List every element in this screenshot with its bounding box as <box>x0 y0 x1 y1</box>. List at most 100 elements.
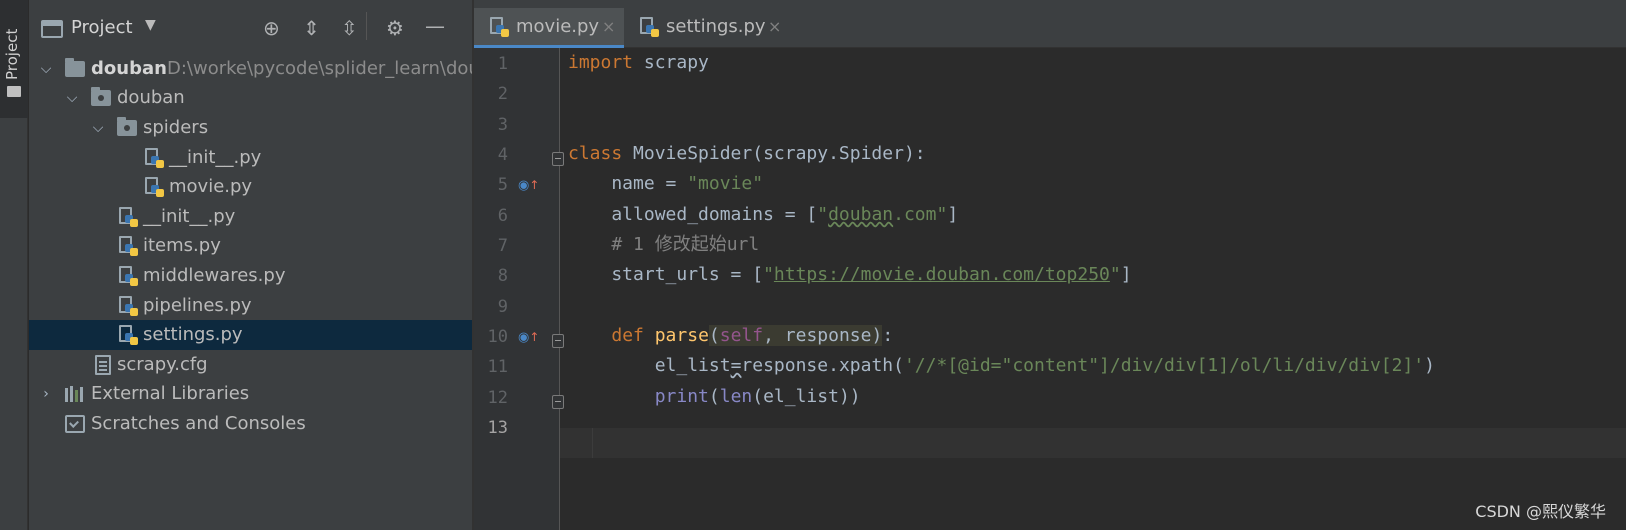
tree-item-label: douban <box>91 58 167 79</box>
project-view-dropdown[interactable]: Project <box>71 17 133 38</box>
line-number-current: 13 <box>487 418 508 438</box>
config-file-icon <box>95 355 111 375</box>
tree-item-label: __init__.py <box>143 206 236 227</box>
tree-item-label: douban <box>117 87 185 108</box>
fold-def-icon[interactable] <box>552 334 564 348</box>
gutter-separator <box>559 48 560 530</box>
tree-item-middlewares-py[interactable]: middlewares.py <box>29 261 472 291</box>
tree-item-spiders[interactable]: ⌵ spiders <box>29 113 472 143</box>
tree-item-scratches[interactable]: Scratches and Consoles <box>29 409 472 439</box>
folder-icon <box>65 58 85 77</box>
paren-open: ( <box>708 325 720 346</box>
tree-item-movie-py[interactable]: movie.py <box>29 172 472 202</box>
chevron-right-icon[interactable]: › <box>39 379 53 409</box>
fold-end-icon[interactable] <box>552 395 564 409</box>
project-panel-header: Project ▼ ⊕ ⇕ ⇳ ⚙ — <box>29 0 472 54</box>
code-line-7: # 1 修改起始url <box>568 230 759 260</box>
code-text: el_list <box>568 355 731 376</box>
package-folder-icon <box>91 87 111 106</box>
collapse-all-icon[interactable]: ⇳ <box>341 16 358 40</box>
string-literal: "movie" <box>687 173 764 194</box>
editor-top-bar <box>474 0 1626 8</box>
tree-item-label: __init__.py <box>169 147 262 168</box>
line-number: 11 <box>487 357 508 377</box>
python-file-icon <box>119 325 139 346</box>
tab-label: movie.py <box>516 16 600 37</box>
override-marker-icon[interactable]: ◉↑ <box>518 330 539 345</box>
tree-item-spiders-init[interactable]: __init__.py <box>29 143 472 173</box>
tree-item-label: scrapy.cfg <box>117 354 208 375</box>
tab-settings-py[interactable]: settings.py × <box>624 8 786 48</box>
tree-item-scrapy-cfg[interactable]: scrapy.cfg <box>29 350 472 380</box>
code-text: ( <box>708 386 720 407</box>
project-path: D:\worke\pycode\splider_learn\dou <box>167 58 480 79</box>
tree-item-douban-package[interactable]: ⌵ douban <box>29 83 472 113</box>
header-separator <box>366 12 367 40</box>
code-text: MovieSpider(scrapy.Spider): <box>622 143 926 164</box>
line-number: 1 <box>497 54 508 74</box>
tree-item-label: Scratches and Consoles <box>91 413 306 434</box>
code-text: start_urls = [ <box>568 264 764 285</box>
function-name: parse <box>654 325 709 346</box>
line-number: 3 <box>497 115 508 135</box>
code-text: ) <box>1424 355 1435 376</box>
tree-item-label: External Libraries <box>91 383 250 404</box>
line-number: 10 <box>487 327 508 347</box>
string-literal: " <box>1109 264 1121 285</box>
locate-icon[interactable]: ⊕ <box>263 16 280 40</box>
editor-tabs: movie.py × settings.py × <box>474 8 1626 48</box>
url-link[interactable]: https://movie.douban.com/top250 <box>774 264 1110 285</box>
gear-icon[interactable]: ⚙ <box>386 16 404 40</box>
self-param: self <box>719 325 764 346</box>
close-icon[interactable]: × <box>768 8 781 46</box>
folder-icon <box>7 86 21 97</box>
indent-guide <box>592 428 593 458</box>
tree-item-init-py[interactable]: __init__.py <box>29 202 472 232</box>
tree-item-label: spiders <box>143 117 209 138</box>
line-number: 12 <box>487 388 508 408</box>
project-panel: Project ▼ ⊕ ⇕ ⇳ ⚙ — ⌵ douban D:\worke\py… <box>29 0 480 530</box>
line-number: 2 <box>497 84 508 104</box>
string-literal-typo: douban <box>828 204 894 225</box>
python-file-icon <box>490 17 510 38</box>
string-literal: " <box>763 264 774 285</box>
line-number: 9 <box>497 297 508 317</box>
expand-all-icon[interactable]: ⇕ <box>303 16 320 40</box>
operator-warning: = <box>730 355 742 376</box>
code-line-12: print(len(el_list)) <box>568 382 861 412</box>
tab-movie-py[interactable]: movie.py × <box>474 8 624 48</box>
line-number: 6 <box>497 206 508 226</box>
tree-item-items-py[interactable]: items.py <box>29 231 472 261</box>
builtin: print <box>654 386 709 407</box>
minimize-icon[interactable]: — <box>425 14 445 38</box>
tree-item-external-libraries[interactable]: › External Libraries <box>29 379 472 409</box>
python-file-icon <box>145 177 165 198</box>
project-icon <box>41 20 63 38</box>
tree-item-settings-py[interactable]: settings.py <box>29 320 472 350</box>
tab-label: settings.py <box>666 16 766 37</box>
python-file-icon <box>119 296 139 317</box>
chevron-down-icon[interactable]: ⌵ <box>39 54 53 84</box>
code-line-10: def parse(self, response): <box>568 321 893 351</box>
tree-item-pipelines-py[interactable]: pipelines.py <box>29 291 472 321</box>
keyword: import <box>568 52 634 73</box>
code-line-5: name = "movie" <box>568 169 763 199</box>
override-marker-icon[interactable]: ◉↑ <box>518 178 539 193</box>
editor-area: movie.py × settings.py × 1 2 3 4 5 6 7 8… <box>474 0 1626 530</box>
tree-item-root-douban[interactable]: ⌵ douban D:\worke\pycode\splider_learn\d… <box>29 54 480 84</box>
close-icon[interactable]: × <box>602 8 615 46</box>
chevron-down-icon[interactable]: ▼ <box>145 17 156 33</box>
keyword: def <box>611 325 644 346</box>
code-line-8: start_urls = ["https://movie.douban.com/… <box>568 260 1132 290</box>
chevron-down-icon[interactable]: ⌵ <box>65 83 79 113</box>
fold-class-icon[interactable] <box>552 152 564 166</box>
chevron-down-icon[interactable]: ⌵ <box>91 113 105 143</box>
scratches-icon <box>65 415 85 433</box>
code-text: ] <box>1120 264 1132 285</box>
builtin: len <box>719 386 753 407</box>
paren-close: ) <box>871 325 883 346</box>
project-tool-button[interactable]: Project <box>0 0 28 118</box>
code-text: : <box>882 325 894 346</box>
